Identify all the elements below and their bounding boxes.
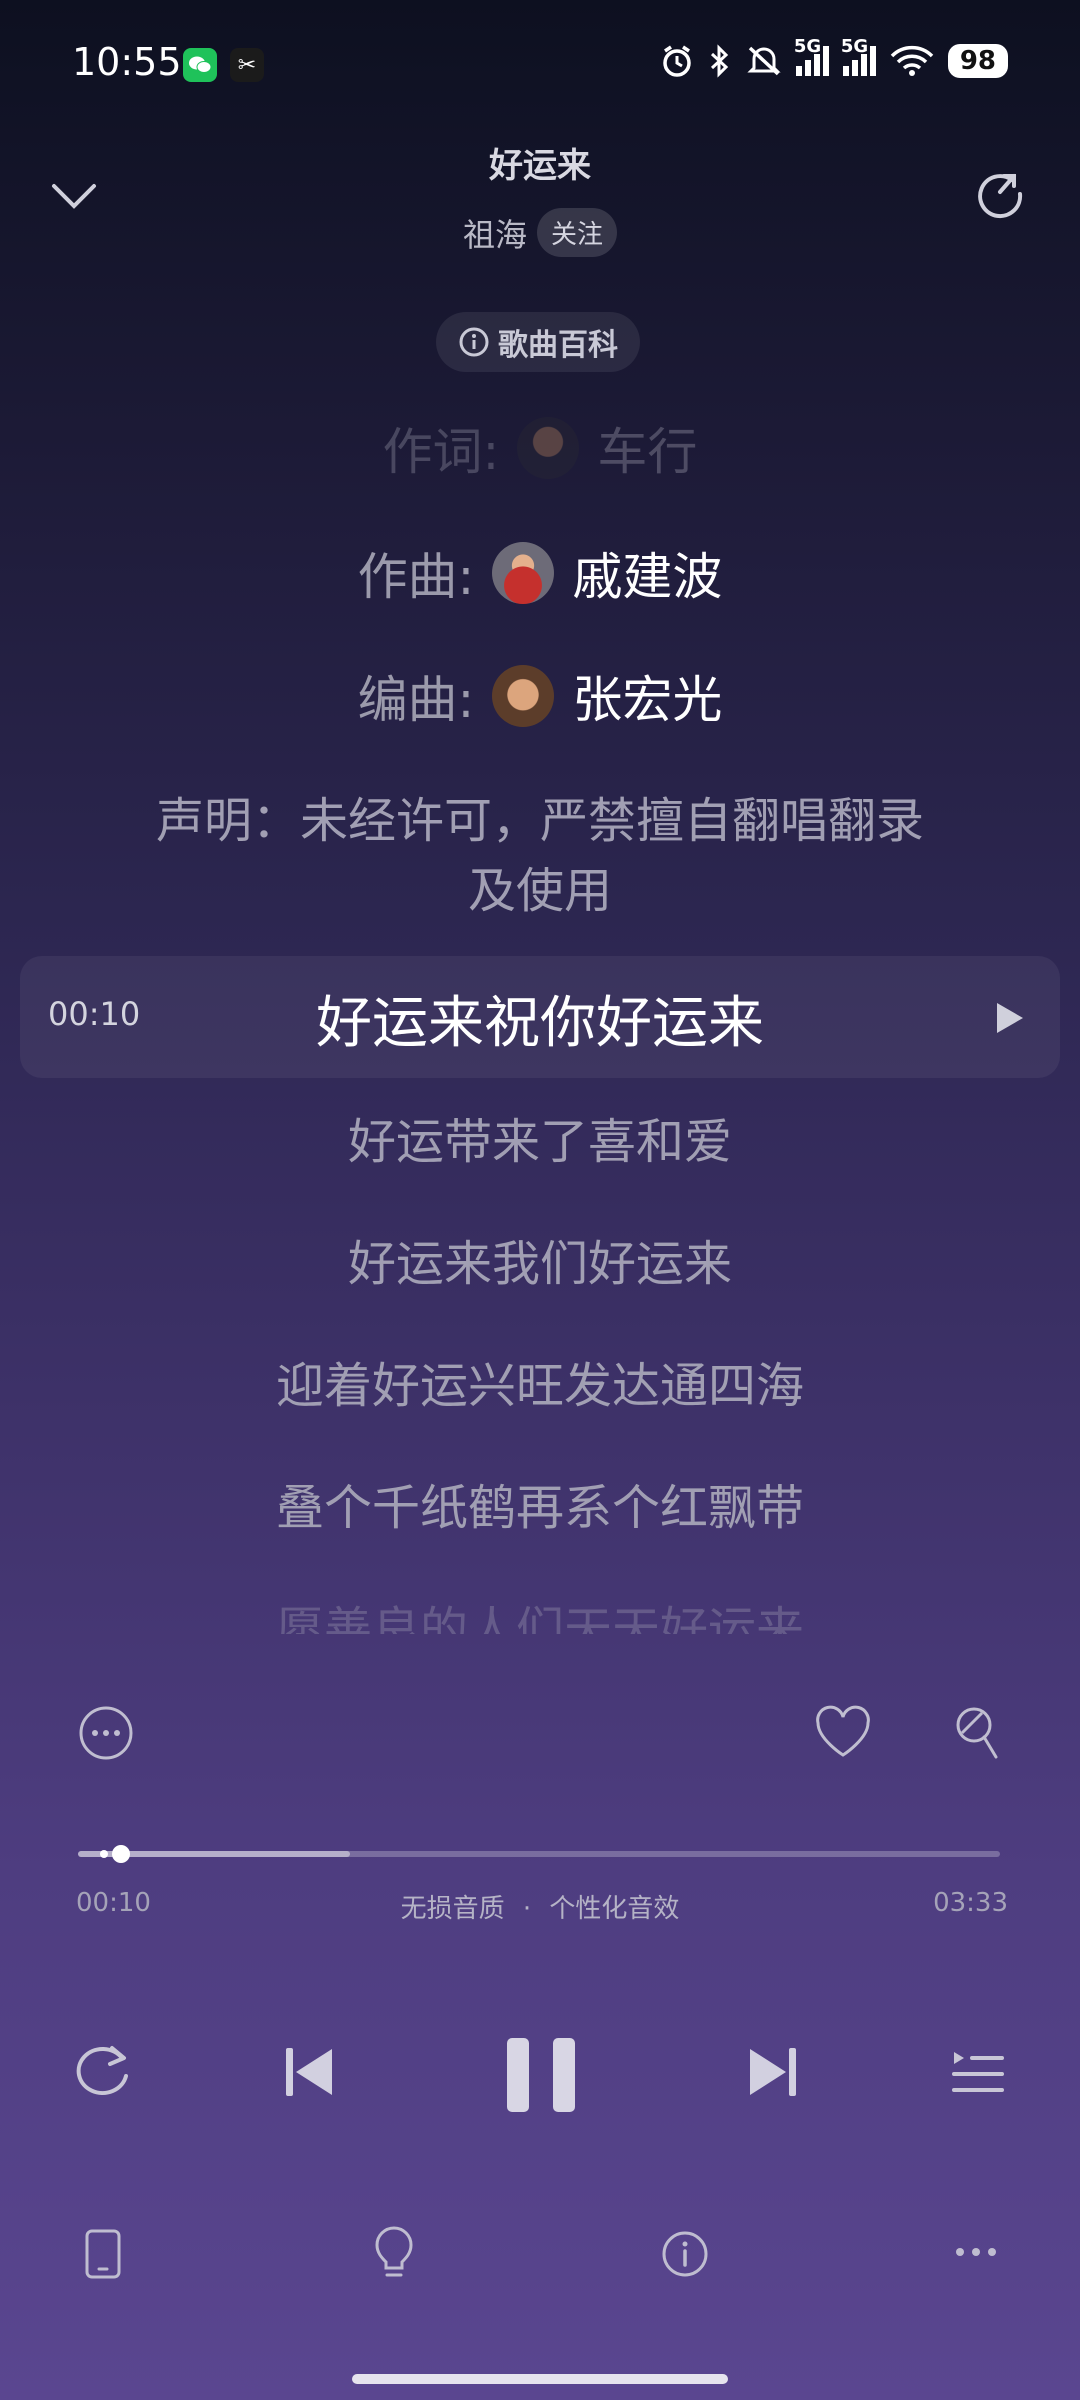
song-title: 好运来	[489, 146, 591, 186]
composer-row: 作曲: 戚建波	[0, 537, 1080, 609]
arranger-avatar[interactable]	[492, 665, 555, 727]
repeat-icon[interactable]	[72, 2042, 134, 2100]
bluetooth-icon	[710, 44, 728, 78]
quality-separator: ·	[522, 1894, 532, 1924]
lyric-line[interactable]: 迎着好运兴旺发达通四海	[0, 1346, 1080, 1416]
info-icon	[459, 327, 489, 357]
signal-icon-2: 5G	[841, 36, 876, 76]
wechat-notification-icon	[183, 48, 217, 82]
sound-effect-button[interactable]: 个性化音效	[549, 1894, 679, 1924]
lossless-quality-button[interactable]: 无损音质	[401, 1894, 505, 1924]
lyricist-row: 作词: 车行	[0, 412, 1080, 484]
lightbulb-icon[interactable]	[374, 2226, 414, 2282]
play-from-line-icon[interactable]	[994, 1000, 1026, 1036]
signal-label-1: 5G	[793, 36, 822, 57]
statement-line-1: 声明：未经许可，严禁擅自翻唱翻录	[155, 793, 924, 849]
current-lyric-line[interactable]: 好运来祝你好运来	[0, 978, 1080, 1059]
dots-icon[interactable]	[954, 2246, 998, 2258]
artist-row: 祖海 关注	[0, 208, 1080, 257]
song-wiki-button[interactable]: 歌曲百科	[436, 312, 640, 372]
battery-indicator: 98	[947, 44, 1008, 78]
arranger-name[interactable]: 张宏光	[572, 660, 722, 732]
arranger-row: 编曲: 张宏光	[0, 660, 1080, 732]
status-time: 10:55	[72, 40, 182, 84]
next-icon[interactable]	[748, 2046, 798, 2098]
lyric-line[interactable]: 叠个千纸鹤再系个红飘带	[0, 1468, 1080, 1538]
phone-device-icon[interactable]	[84, 2228, 122, 2280]
artist-name[interactable]: 祖海	[463, 210, 527, 256]
playlist-icon[interactable]	[950, 2046, 1004, 2098]
lyric-line[interactable]: 好运来我们好运来	[0, 1224, 1080, 1294]
lyric-line[interactable]: 好运带来了喜和爱	[0, 1102, 1080, 1172]
composer-avatar[interactable]	[492, 542, 555, 604]
info-icon[interactable]	[661, 2230, 709, 2278]
lyricist-avatar[interactable]	[517, 417, 580, 479]
wifi-icon	[890, 45, 934, 76]
more-circle-icon[interactable]	[78, 1705, 134, 1761]
heart-icon[interactable]	[814, 1705, 872, 1761]
composer-name[interactable]: 戚建波	[572, 537, 722, 609]
progress-marker	[100, 1850, 108, 1858]
progress-knob[interactable]	[112, 1845, 131, 1863]
composer-label: 作曲:	[357, 548, 475, 606]
total-time: 03:33	[933, 1888, 1008, 1918]
mute-icon	[747, 46, 781, 76]
quality-row: 无损音质 · 个性化音效	[0, 1888, 1080, 1925]
pause-icon[interactable]	[505, 2036, 577, 2114]
microphone-icon[interactable]	[954, 1705, 1004, 1765]
lyric-line[interactable]: 愿善良的人们天天好运来	[0, 1590, 1080, 1634]
follow-button[interactable]: 关注	[537, 208, 618, 257]
arranger-label: 编曲:	[357, 671, 475, 729]
app-notification-icon: ✂	[230, 48, 264, 82]
lyricist-name[interactable]: 车行	[597, 412, 697, 484]
share-icon[interactable]	[974, 168, 1030, 224]
home-indicator[interactable]	[352, 2374, 728, 2384]
signal-label-2: 5G	[840, 36, 869, 57]
previous-icon[interactable]	[284, 2046, 334, 2098]
song-wiki-label: 歌曲百科	[498, 328, 618, 363]
signal-icon-1: 5G	[794, 36, 829, 76]
copyright-statement: 声明：未经许可，严禁擅自翻唱翻录 及使用	[0, 786, 1080, 926]
lyricist-label: 作词:	[382, 423, 500, 481]
status-icons: 5G 5G 98	[660, 36, 1008, 78]
statement-line-2: 及使用	[467, 863, 612, 919]
alarm-icon	[663, 45, 691, 77]
